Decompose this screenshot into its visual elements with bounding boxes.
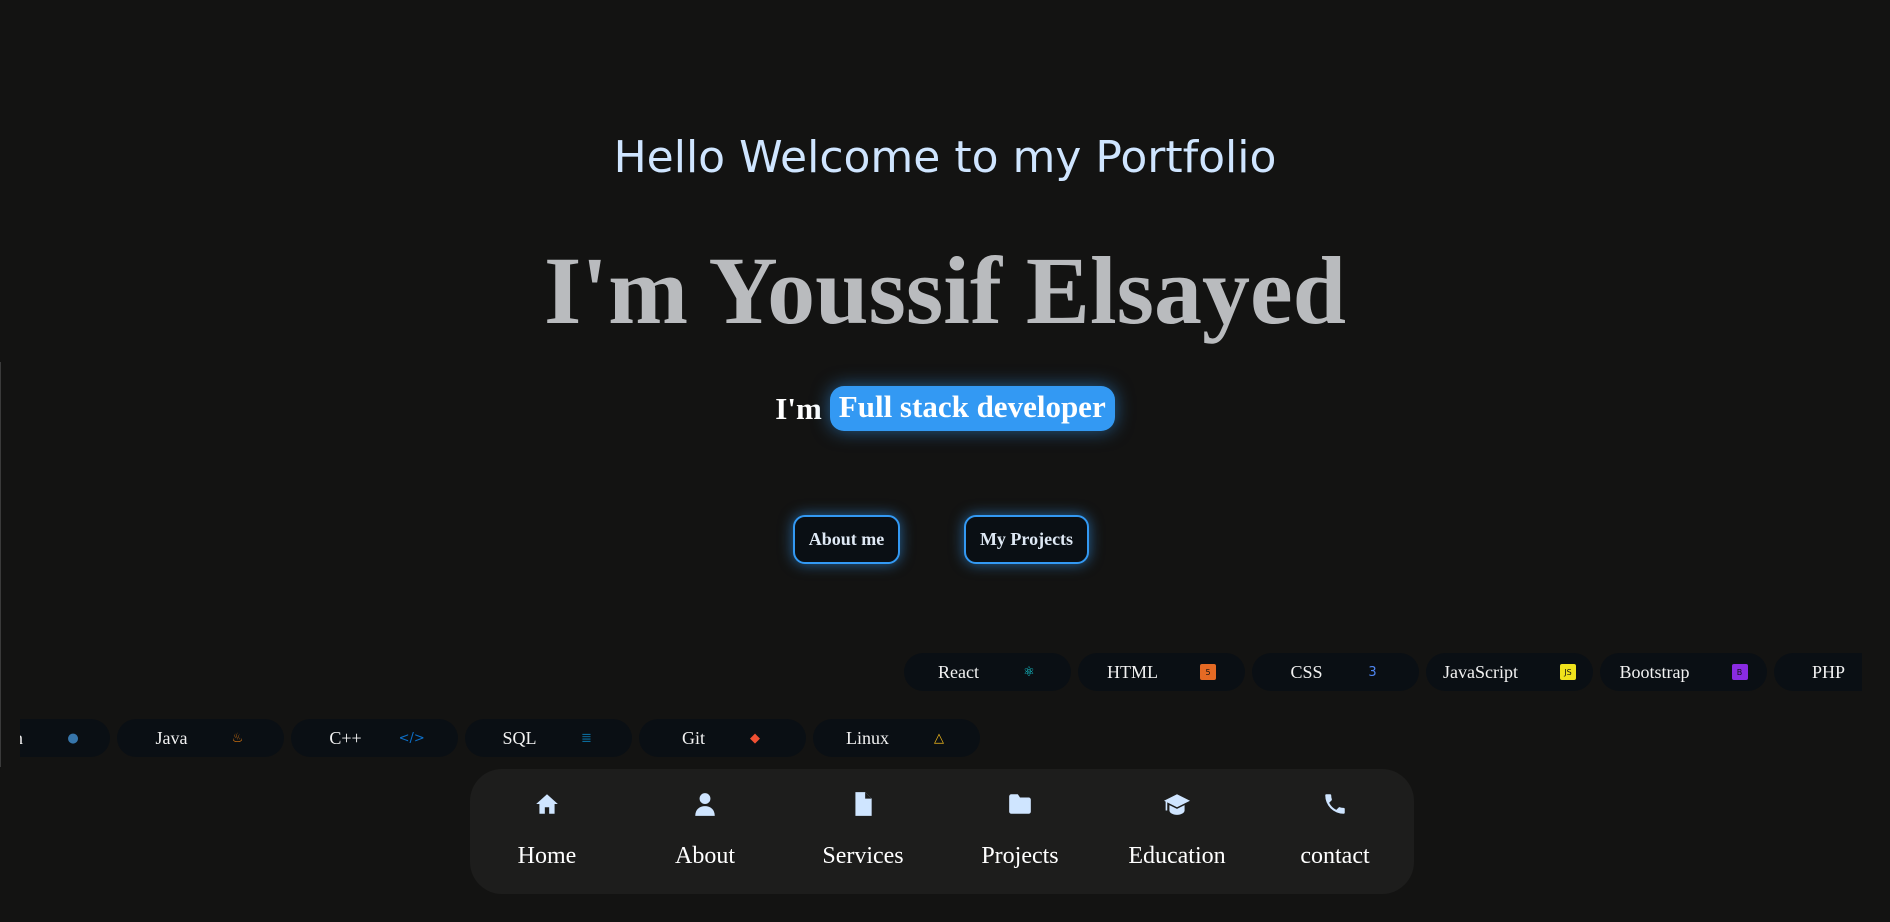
skill-label: CSS [1290,661,1323,682]
css3-icon: 3 [1368,664,1377,680]
user-icon [695,793,715,816]
js-icon: JS [1559,664,1576,680]
skill-pill-sql: SQL ≣ [465,719,632,757]
bottom-navigation: Home About Services Projects Education c… [470,769,1414,894]
about-me-button[interactable]: About me [793,515,900,564]
nav-home[interactable]: Home [472,769,622,894]
nav-label: Education [1128,843,1226,869]
nav-label: contact [1300,843,1370,869]
skill-pill-javascript: JavaScript JS [1426,653,1593,691]
bootstrap-icon: B [1731,664,1748,680]
skill-pill-bootstrap: Bootstrap B [1600,653,1767,691]
nav-label: Home [517,843,577,869]
nav-label: Services [822,843,904,869]
skill-pill-c: C++ </> [291,719,458,757]
skill-label: Git [681,727,705,748]
skill-pill-html: HTML 5 [1078,653,1245,691]
skill-pill-php: PHPphp [1774,653,1862,691]
database-icon: ≣ [581,730,592,746]
nav-contact[interactable]: contact [1260,769,1410,894]
html5-icon: 5 [1200,664,1216,680]
phone-icon [1325,794,1345,814]
role-prefix: I'm [775,390,822,426]
my-projects-button[interactable]: My Projects [964,515,1089,564]
skills-marquee-row-1: React ⚛ HTML 5 CSS 3 JavaScript JS Bootstrap B PHP… [880,653,1862,693]
skill-pill-java: Java ♨ [117,719,284,757]
skill-label: HTML [1107,661,1158,682]
skill-label: Linux [846,727,889,748]
java-icon: ♨ [231,730,244,746]
greeting-heading: Hello Welcome to my Portfolio [613,132,1277,183]
folder-icon [1009,794,1031,814]
skill-pill-linux: Linux △ [813,719,980,757]
skill-pill-python: Python ● [20,719,110,757]
skill-label: JavaScript [1443,661,1518,682]
skill-label: SQL [502,727,537,748]
nav-about[interactable]: About [630,769,780,894]
skill-label: PHP [1811,661,1846,682]
skill-label: Python [20,728,23,749]
skill-label: Java [155,727,188,748]
code-icon: </> [398,730,425,746]
nav-label: About [675,843,735,869]
skill-label: C++ [329,727,362,748]
git-icon: ◆ [750,730,760,746]
home-icon [536,794,558,814]
role-highlight: Full stack developer [829,386,1115,431]
name-heading: I'm Youssif Elsayed [544,237,1346,344]
linux-icon: △ [934,730,944,746]
skill-pill-css: CSS 3 [1252,653,1419,691]
role-line: I'm Full stack developer [0,386,1890,431]
nav-projects[interactable]: Projects [945,769,1095,894]
nav-education[interactable]: Education [1102,769,1252,894]
skill-pill-git: Git ◆ [639,719,806,757]
skill-label: React [938,661,979,682]
nav-label: Projects [981,843,1059,869]
file-icon [855,792,872,816]
skills-marquee-row-2: Python ● Java ♨ C++ </> SQL ≣ Git ◆ Linux △ [20,719,1020,759]
react-icon: ⚛ [1023,664,1035,680]
skill-label: Bootstrap [1619,661,1690,682]
python-icon: ● [67,730,79,746]
nav-services[interactable]: Services [788,769,938,894]
skill-pill-react: React ⚛ [904,653,1071,691]
graduation-cap-icon [1164,794,1190,815]
